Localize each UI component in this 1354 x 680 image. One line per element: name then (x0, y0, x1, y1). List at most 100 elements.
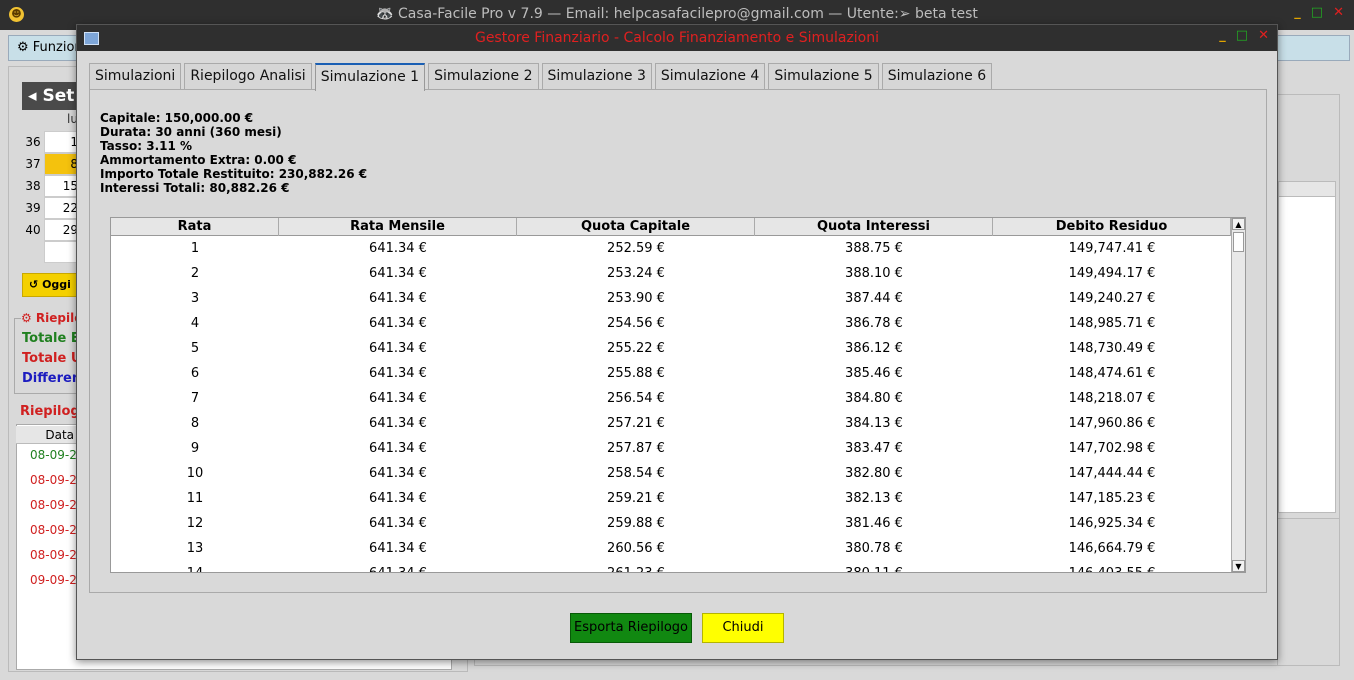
table-body: 1 641.34 €252.59 €388.75 €149,747.41 €2 64… (111, 236, 1231, 572)
close-icon[interactable]: ✕ (1333, 5, 1344, 20)
table-row[interactable]: 10 641.34 € 258.54 € 382.80 € 147,444.44 € (111, 461, 1231, 486)
table-cell: 5 (190, 341, 200, 356)
table-cell: 261.23 € (517, 561, 755, 572)
maximize-icon[interactable]: □ (1236, 28, 1248, 43)
table-cell: 13 (186, 541, 204, 556)
table-cell: 641.34 € (369, 416, 427, 431)
tab-simulazione-4[interactable]: Simulazione 4 (654, 63, 766, 89)
table-cell: 380.78 € (845, 541, 903, 556)
scroll-up-icon[interactable]: ▲ (1232, 218, 1245, 230)
calendar-row: 37 8 (22, 153, 82, 175)
table-cell: 257.21 € (607, 416, 665, 431)
main-window-title: 🦝 Casa-Facile Pro v 7.9 — Email: helpcas… (376, 6, 978, 22)
minimize-icon[interactable]: _ (1219, 28, 1226, 43)
calendar-row (22, 241, 82, 263)
main-window-controls: _ □ ✕ (1294, 5, 1344, 20)
right-list-header (1278, 181, 1336, 197)
right-panel (1278, 94, 1340, 520)
today-button[interactable]: ↺ Oggi (22, 273, 78, 297)
table-cell: 14 (111, 561, 279, 572)
table-cell: 147,444.44 € (1068, 466, 1156, 481)
week-number: 36 (25, 135, 41, 149)
table-row[interactable]: 2 641.34 € 253.24 € 388.10 € 149,494.17 € (111, 261, 1231, 286)
calendar-header[interactable]: ◂ Set (22, 82, 82, 110)
column-header-quota-capitale[interactable]: Quota Capitale (517, 218, 755, 236)
table-cell: 641.34 € (369, 366, 427, 381)
table-cell: 641.34 € (369, 341, 427, 356)
table-cell: 386.78 € (845, 316, 903, 331)
table-cell: 388.75 € (845, 241, 903, 256)
scrollbar-thumb[interactable] (1233, 232, 1244, 252)
tab-simulazione-5[interactable]: Simulazione 5 (768, 63, 879, 89)
table-cell: 7 (190, 391, 200, 406)
table-header: Rata Rata Mensile Quota Capitale Quota I… (111, 218, 1231, 236)
column-header-rata[interactable]: Rata (111, 218, 279, 236)
table-row[interactable]: 9 641.34 € 257.87 € 383.47 € 147,702.98 € (111, 436, 1231, 461)
table-cell: 641.34 € (369, 466, 427, 481)
table-cell: 149,747.41 € (1068, 241, 1156, 256)
table-row[interactable]: 7 641.34 € 256.54 € 384.80 € 148,218.07 € (111, 386, 1231, 411)
tab-simulazione-1[interactable]: Simulazione 1 (314, 63, 426, 91)
data-column-header[interactable]: Data (16, 426, 78, 444)
amortization-table[interactable]: Rata Rata Mensile Quota Capitale Quota I… (110, 217, 1246, 573)
column-header-rata-mensile[interactable]: Rata Mensile (279, 218, 517, 236)
table-cell: 259.21 € (607, 491, 665, 506)
table-row[interactable]: 1 641.34 € 252.59 € 388.75 € 149,747.41 € (111, 236, 1231, 261)
close-button[interactable]: Chiudi (702, 613, 784, 643)
table-row[interactable]: 5 641.34 € 255.22 € 386.12 € 148,730.49 € (111, 336, 1231, 361)
export-summary-button[interactable]: Esporta Riepilogo (570, 613, 692, 643)
close-icon[interactable]: ✕ (1258, 28, 1269, 43)
table-cell: 254.56 € (607, 316, 665, 331)
table-cell: 148,218.07 € (1068, 391, 1156, 406)
dialog-titlebar: Gestore Finanziario - Calcolo Finanziame… (77, 25, 1277, 51)
finance-dialog: Gestore Finanziario - Calcolo Finanziame… (76, 24, 1278, 660)
table-cell: 260.56 € (607, 541, 665, 556)
table-cell: 147,185.23 € (1068, 491, 1156, 506)
table-cell: 382.13 € (845, 491, 903, 506)
tab-simulazione-2[interactable]: Simulazione 2 (428, 63, 539, 89)
table-cell: 146,925.34 € (1068, 516, 1156, 531)
table-cell: 385.46 € (845, 366, 903, 381)
tasso-text: Tasso: 3.11 % (100, 139, 193, 153)
table-cell: 3 (190, 291, 200, 306)
week-number: 37 (25, 157, 41, 171)
table-row[interactable]: 14641.34 €261.23 €380.11 €146,403.55 € (111, 561, 1231, 572)
table-cell: 148,474.61 € (1068, 366, 1156, 381)
table-cell: 641.34 € (369, 316, 427, 331)
table-cell: 256.54 € (607, 391, 665, 406)
table-cell: 380.11 € (755, 561, 993, 572)
table-cell: 383.47 € (845, 441, 903, 456)
tab-simulazione-3[interactable]: Simulazione 3 (541, 63, 652, 89)
table-row[interactable]: 8 641.34 € 257.21 € 384.13 € 147,960.86 € (111, 411, 1231, 436)
table-cell: 10 (186, 466, 204, 481)
table-row[interactable]: 4 641.34 € 254.56 € 386.78 € 148,985.71 € (111, 311, 1231, 336)
table-cell: 641.34 € (369, 516, 427, 531)
table-cell: 259.88 € (607, 516, 665, 531)
column-header-quota-interessi[interactable]: Quota Interessi (755, 218, 993, 236)
table-cell: 9 (190, 441, 200, 456)
table-cell: 2 (190, 266, 200, 281)
table-row[interactable]: 12 641.34 € 259.88 € 381.46 € 146,925.34 € (111, 511, 1231, 536)
table-row[interactable]: 6 641.34 € 255.88 € 385.46 € 148,474.61 € (111, 361, 1231, 386)
table-row[interactable]: 11 641.34 € 259.21 € 382.13 € 147,185.23 € (111, 486, 1231, 511)
table-cell: 253.24 € (607, 266, 665, 281)
tab-simulazioni[interactable]: Simulazioni (89, 63, 182, 89)
table-row[interactable]: 3 641.34 € 253.90 € 387.44 € 149,240.27 € (111, 286, 1231, 311)
table-cell: 146,403.55 € (993, 561, 1231, 572)
column-header-debito-residuo[interactable]: Debito Residuo (993, 218, 1231, 236)
tab-simulazione-6[interactable]: Simulazione 6 (881, 63, 993, 89)
right-list (1278, 183, 1336, 513)
table-cell: 255.22 € (607, 341, 665, 356)
table-cell: 255.88 € (607, 366, 665, 381)
table-scrollbar[interactable]: ▲ ▼ (1231, 218, 1245, 572)
maximize-icon[interactable]: □ (1311, 5, 1323, 20)
minimize-icon[interactable]: _ (1294, 5, 1301, 20)
scroll-down-icon[interactable]: ▼ (1232, 560, 1245, 572)
riepilogo-title: ⚙ Riepilo (21, 311, 83, 325)
table-cell: 387.44 € (845, 291, 903, 306)
tab-riepilogo-analisi[interactable]: Riepilogo Analisi (184, 63, 312, 89)
table-cell: 384.80 € (845, 391, 903, 406)
table-cell: 147,960.86 € (1068, 416, 1156, 431)
dialog-title: Gestore Finanziario - Calcolo Finanziame… (474, 30, 880, 46)
table-row[interactable]: 13 641.34 € 260.56 € 380.78 € 146,664.79 € (111, 536, 1231, 561)
